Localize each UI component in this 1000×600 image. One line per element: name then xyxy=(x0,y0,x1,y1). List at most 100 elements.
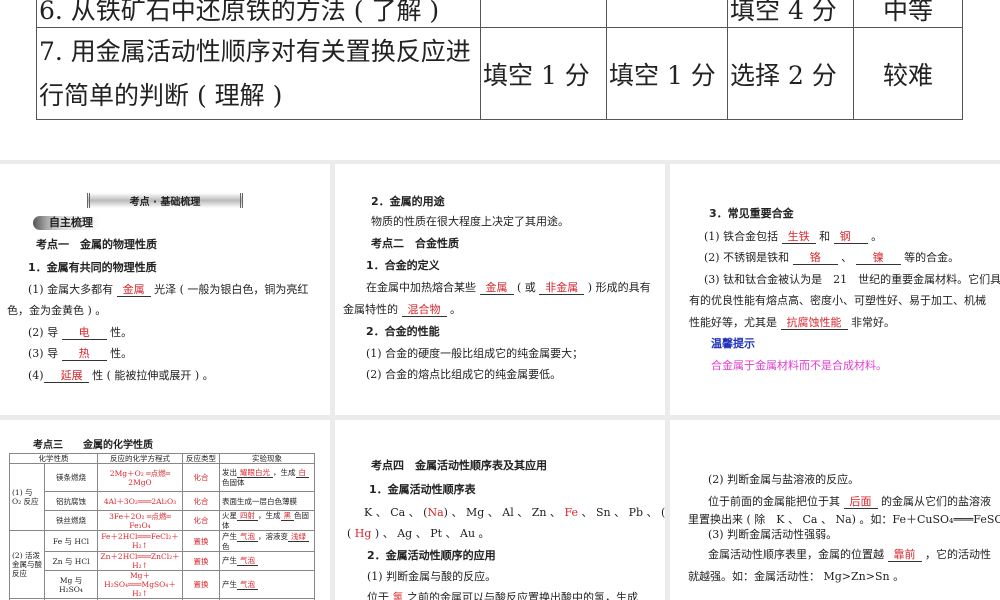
text-line: (1) 金属大多都有 金属 光泽 ( 一般为银白色，铜为亮红 xyxy=(28,283,308,297)
text-segment: 的金属从它们的盐溶液 xyxy=(877,495,991,508)
fill-in-answer: 耀眼白光 xyxy=(237,468,273,478)
text-segment: ) 形成的具有 xyxy=(584,281,651,294)
chemical-properties-table: 化学性质 反应的化学方程式 反应类型 实验现象 (1) 与 O₂ 反应 镁条燃烧 2Mg＋O… xyxy=(9,453,315,600)
topic-line: 7. 用金属活动性顺序对有关置换反应进 xyxy=(39,36,471,66)
phenomenon: 产生 气泡 ，溶液变 浅绿色 xyxy=(219,530,315,552)
text-segment: 性。 xyxy=(106,326,133,339)
text-segment: (1) 判断金属与酸的反应。 xyxy=(367,570,497,583)
slide-panel-common-alloys[interactable]: 3．常见重要合金 (1) 铁合金包括 生铁 和 钢 。 (2) 不锈钢是铁和 铬 、… xyxy=(670,164,1000,415)
text-segment: 产生 xyxy=(222,556,237,565)
text-segment: (2) 不锈钢是铁和 xyxy=(704,251,793,264)
text-segment: 非常好。 xyxy=(847,316,895,329)
fill-in-answer: 非金属 xyxy=(539,282,585,295)
text-line: 考点二 合金性质 xyxy=(371,237,459,251)
table-row: 6. 从铁矿石中还原铁的方法 ( 了解 ) 填空 4 分 中等 xyxy=(36,0,963,28)
topic-line: 行简单的判断 ( 理解 ) xyxy=(39,80,283,110)
fill-in-answer: 延展 xyxy=(43,370,89,383)
text-line: 金属活动性顺序表里，金属的位置越 靠前 ，它的活动性 xyxy=(708,548,991,562)
text-segment: 有的优良性能有熔点高、密度小、可塑性好、易于加工、机械 xyxy=(689,294,986,307)
reaction-type: 置换 xyxy=(182,530,220,552)
text-segment: 2．合金的性能 xyxy=(366,325,440,338)
text-segment: 等的合金。 xyxy=(900,251,960,264)
text-segment: ) 、 Ag 、 Pt 、 Au 。 xyxy=(371,527,490,540)
text-segment: 物质的性质在很大程度上决定了其用途。 xyxy=(371,215,569,228)
slide-panel-chemical-properties[interactable]: 考点三 金属的化学性质 化学性质 反应的化学方程式 反应类型 实验现象 (1) 与 O₂… xyxy=(0,420,330,600)
fill-in-answer: Hg xyxy=(354,527,372,540)
equation: Zn＋2HCl═══ZnCl₂＋H₂↑ xyxy=(97,551,183,571)
text-segment: 表面生成一层白色薄膜 xyxy=(222,496,297,506)
text-line: 色，金为金黄色 ) 。 xyxy=(7,304,106,318)
text-segment: 里置换出来 ( 除 K 、 Ca 、 Na) 。如：Fe＋CuSO₄═══FeS… xyxy=(688,513,1000,526)
text-line: 2．合金的性能 xyxy=(366,325,440,339)
text-line: (3) 钛和钛合金被认为是 21 世纪的重要金属材料。它们具 xyxy=(704,273,1000,287)
text-segment: 位于 xyxy=(367,591,393,600)
section-title: 考点三 金属的化学性质 xyxy=(33,440,153,451)
text-line: 里置换出来 ( 除 K 、 Ca 、 Na) 。如：Fe＋CuSO₄═══FeS… xyxy=(688,513,1000,527)
reaction-name: 铁丝燃烧 xyxy=(44,510,98,531)
reaction-type: 置换 xyxy=(182,570,220,599)
slide-panel-activity-series[interactable]: 考点四 金属活动性顺序表及其应用 1．金属活动性顺序表 K 、 Ca 、 (Na) … xyxy=(335,420,665,600)
self-study-badge: 自主梳理 xyxy=(33,216,101,230)
text-segment: 1．合金的定义 xyxy=(366,259,440,272)
text-segment: 、 Sn 、 Pb 、 (H) 、 Cu 、 xyxy=(581,506,665,519)
text-segment: 。 xyxy=(867,230,883,243)
fill-in-answer: 白 xyxy=(295,468,309,478)
phenomenon: 表面生成一层白色薄膜 xyxy=(219,491,315,511)
top-slide: 6. 从铁矿石中还原铁的方法 ( 了解 ) 填空 4 分 中等 7. 用金属活动… xyxy=(0,0,1000,160)
fill-in-answer: 氢 xyxy=(392,591,404,600)
fill-in-answer: 黑 xyxy=(280,511,294,521)
text-line: 在金属中加热熔合某些 金属 ( 或 非金属 ) 形成的具有 xyxy=(366,281,651,295)
equation: 2Mg＋O₂ ═点燃═ 2MgO xyxy=(97,463,183,492)
text-segment: 1．金属活动性顺序表 xyxy=(369,483,476,496)
text-line: 1．金属活动性顺序表 xyxy=(369,483,476,497)
text-segment: (2) 合金的熔点比组成它的纯金属要低。 xyxy=(366,368,562,381)
text-segment: 发出 xyxy=(222,468,237,477)
fill-in-answer: 混合物 xyxy=(401,304,447,317)
text-segment: (1) 合金的硬度一般比组成它的纯金属要大； xyxy=(366,347,584,360)
text-line: ( Hg ) 、 Ag 、 Pt 、 Au 。 xyxy=(347,527,490,541)
fill-in-answer: Na xyxy=(427,506,444,519)
text-line: 位于 氢 之前的金属可以与酸反应置换出酸中的氢，生成 xyxy=(367,591,638,600)
fill-in-answer: 四射 xyxy=(237,511,258,521)
reaction-name: 镁条燃烧 xyxy=(44,463,98,492)
text-line: 金属特性的 混合物 。 xyxy=(343,303,461,317)
phenomenon: 火星 四射 ，生成黑色固体 xyxy=(219,510,315,531)
text-segment: 、 xyxy=(837,251,856,264)
fill-in-answer: 浅绿 xyxy=(288,532,309,542)
table-row: 7. 用金属活动性顺序对有关置换反应进 行简单的判断 ( 理解 ) 填空 1 分 … xyxy=(36,27,963,120)
text-segment: (1) 铁合金包括 xyxy=(704,230,782,243)
column-header: 化学性质 xyxy=(9,453,98,464)
text-segment: 考点一 金属的物理性质 xyxy=(36,238,157,251)
text-segment: 。 xyxy=(446,303,461,316)
text-segment: ，生成 xyxy=(273,468,296,477)
text-segment: 性。 xyxy=(106,347,133,360)
slide-panel-activity-applications[interactable]: (2) 判断金属与盐溶液的反应。 位于前面的金属能把位于其 后面 的金属从它们的盐… xyxy=(670,420,1000,600)
score-cell: 填空 1 分 xyxy=(480,27,607,120)
text-line: (1) 合金的硬度一般比组成它的纯金属要大； xyxy=(366,347,583,361)
text-segment: 火星 xyxy=(222,511,237,520)
text-segment: 色，金为金黄色 ) 。 xyxy=(7,304,107,317)
reaction-name: Fe 与 HCl xyxy=(44,530,98,552)
text-line: (3) 判断金属活动性强弱。 xyxy=(708,528,837,542)
text-segment: 金属活动性顺序表里，金属的位置越 xyxy=(708,548,888,561)
property-group: (2) 活泼金属与酸反应 xyxy=(9,530,45,599)
equation: 4Al＋3O₂═══2Al₂O₃ xyxy=(97,491,183,511)
text-segment: (2) 导 xyxy=(28,326,62,339)
empty-cell xyxy=(606,0,728,28)
text-segment: (3) 导 xyxy=(28,347,62,360)
text-line: 考点四 金属活动性顺序表及其应用 xyxy=(371,459,547,473)
text-segment: ( xyxy=(347,527,355,540)
text-segment: 性 ( 能被拉伸或展开 ) 。 xyxy=(88,369,214,382)
text-segment: 位于前面的金属能把位于其 xyxy=(708,495,844,508)
slide-panel-alloys[interactable]: 2．金属的用途 物质的性质在很大程度上决定了其用途。 考点二 合金性质 1．合金的定义… xyxy=(335,164,665,415)
exam-topic-table: 6. 从铁矿石中还原铁的方法 ( 了解 ) 填空 4 分 中等 7. 用金属活动… xyxy=(36,0,963,120)
text-segment: 考点二 合金性质 xyxy=(371,237,459,250)
text-segment: ，生成 xyxy=(258,511,281,520)
fill-in-answer: 热 xyxy=(61,348,107,361)
text-segment: 之前的金属可以与酸反应置换出酸中的氢，生成 xyxy=(403,591,638,600)
text-line: (2) 不锈钢是铁和 铬 、 镍 等的合金。 xyxy=(704,251,959,265)
slide-panel-physical-properties[interactable]: 考点 · 基础梳理 自主梳理 考点一 金属的物理性质 1．金属有共同的物理性质 (1… xyxy=(0,164,330,415)
phenomenon: 产生 气泡 xyxy=(219,551,315,571)
difficulty-cell: 较难 xyxy=(853,27,963,120)
text-segment: 性能好等，尤其是 xyxy=(689,316,781,329)
